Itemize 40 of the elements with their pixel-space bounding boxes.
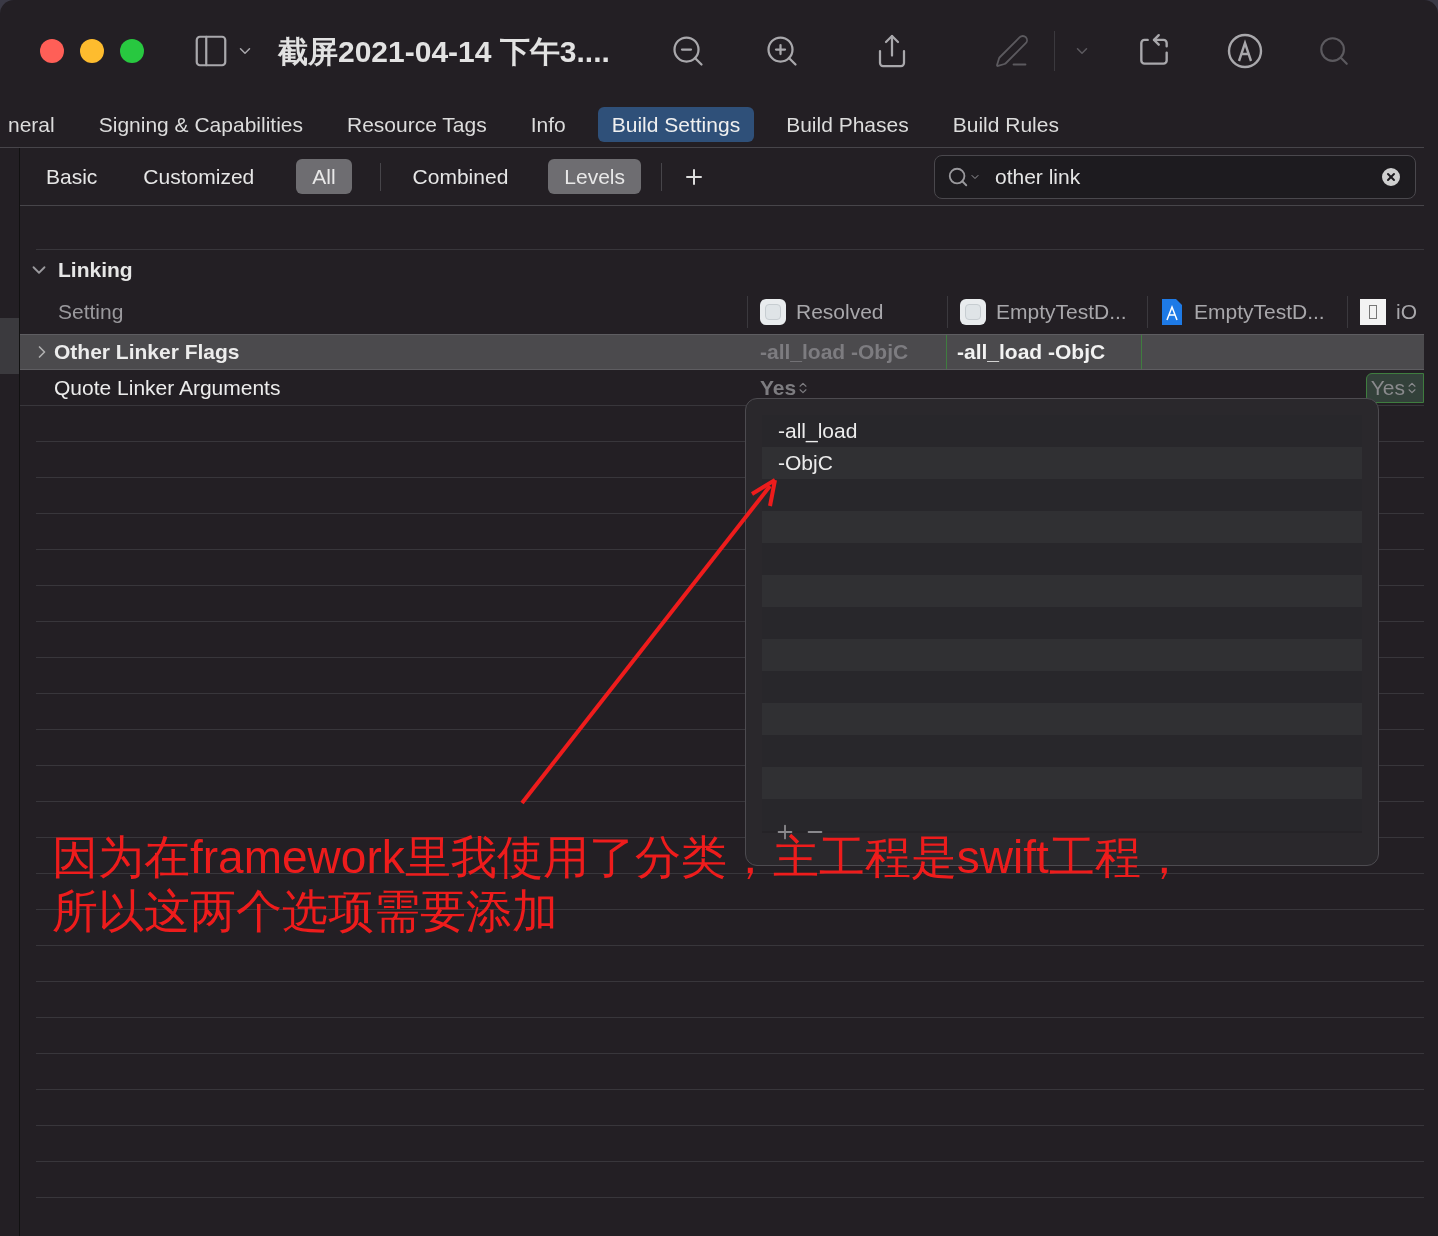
tab[interactable]: Signing & Capabilities [86,106,315,143]
tab[interactable]: Resource Tags [335,106,499,143]
column-header: Resolved [796,299,884,326]
tab[interactable]: Info [518,106,578,143]
target-icon [960,299,986,325]
search-icon [947,165,969,188]
search-text: other link [995,163,1081,190]
search-field[interactable]: other link [934,154,1416,199]
setting-name: Other Linker Flags [54,339,240,366]
annotation-text: 所以这两个选项需要添加 [52,888,558,934]
setting-name: Quote Linker Arguments [54,374,281,401]
tab[interactable]: Build Rules [940,106,1071,143]
document-icon [1160,298,1184,326]
target-icon [760,299,786,325]
setting-value: -all_load -ObjC [957,339,1106,366]
device-icon [1360,299,1386,325]
sidebar-selection [0,318,19,374]
filter-tab[interactable]: Combined [408,158,513,195]
tab[interactable]: Build Phases [774,106,921,143]
setting-value: Yes [760,374,797,401]
zoom-button[interactable] [120,39,144,63]
annotation-text: 因为在framework里我使用了分类，主工程是swift工程， [52,834,1187,880]
filter-tab[interactable]: All [296,158,352,195]
filter-tab[interactable]: Customized [139,158,259,195]
flag-item[interactable]: -all_load [778,415,858,447]
column-header: Setting [58,300,124,324]
tab[interactable]: Build Settings [597,106,755,143]
minimize-button[interactable] [80,39,104,63]
filter-tab[interactable]: Basic [42,158,102,195]
section-title: Linking [58,257,133,284]
column-header: iO [1396,299,1417,326]
tab[interactable]: neral [0,106,67,143]
window-title: 截屏2021-04-14 下午3.... [278,33,610,70]
markup-icon[interactable] [1226,33,1263,69]
close-button[interactable] [40,39,64,63]
filter-tab[interactable]: Levels [548,158,642,195]
pencil-icon[interactable] [993,33,1030,69]
flag-item[interactable]: -ObjC [778,447,833,479]
column-header: EmptyTestD... [1194,299,1325,326]
column-header: EmptyTestD... [996,299,1127,326]
